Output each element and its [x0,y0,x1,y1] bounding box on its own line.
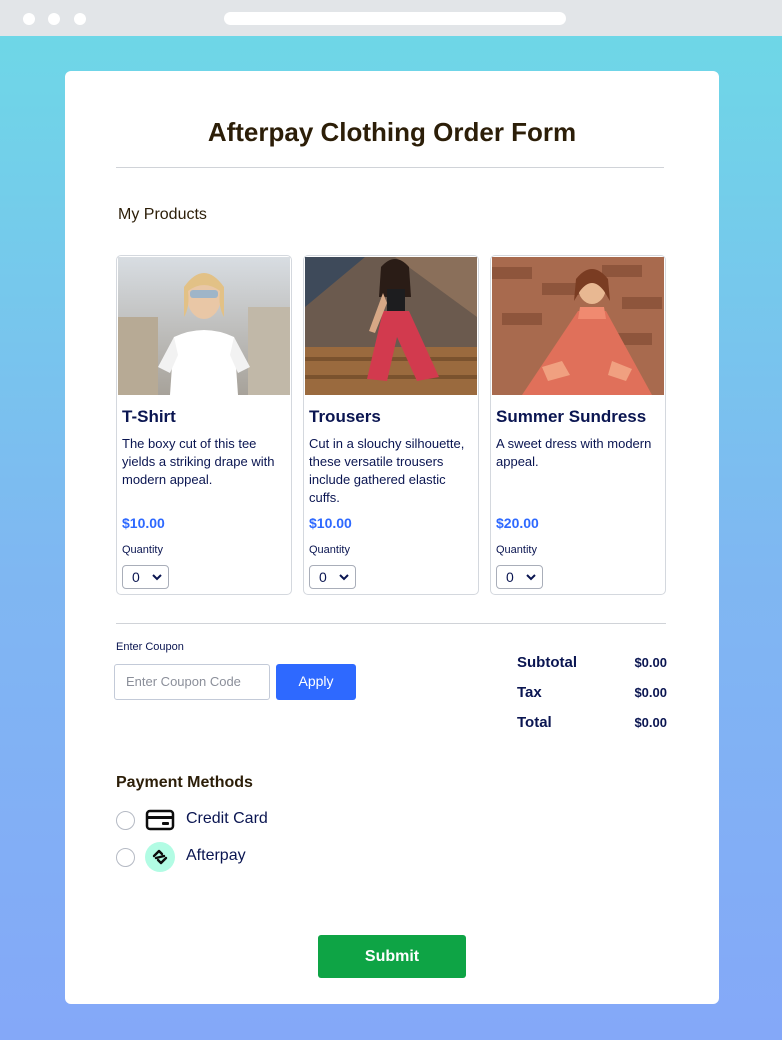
tax-row: Tax $0.00 [517,684,667,704]
product-card[interactable]: Summer Sundress A sweet dress with moder… [490,255,666,595]
total-value: $0.00 [634,715,667,730]
quantity-label: Quantity [122,544,163,556]
quantity-select[interactable]: 0 [309,565,356,589]
credit-card-icon [145,805,175,835]
window-dot [74,13,86,25]
browser-chrome [0,0,782,36]
afterpay-radio[interactable] [116,848,135,867]
credit-card-label: Credit Card [186,810,268,827]
payment-option-afterpay[interactable]: Afterpay [116,842,416,872]
window-dot [48,13,60,25]
product-description: Cut in a slouchy silhouette, these versa… [309,436,465,505]
quantity-value: 0 [132,569,140,585]
coupon-input[interactable]: Enter Coupon Code [114,664,270,700]
product-price: $10.00 [309,515,352,531]
product-price: $20.00 [496,515,539,531]
submit-button[interactable]: Submit [318,935,466,978]
quantity-value: 0 [506,569,514,585]
quantity-label: Quantity [309,544,350,556]
product-name: T-Shirt [122,407,176,426]
payment-option-credit-card[interactable]: Credit Card [116,805,416,835]
product-list: T-Shirt The boxy cut of this tee yields … [116,255,667,595]
total-label: Total [517,714,552,731]
quantity-select[interactable]: 0 [122,565,169,589]
quantity-value: 0 [319,569,327,585]
products-heading: My Products [118,206,207,223]
product-name: Trousers [309,407,381,426]
product-card[interactable]: Trousers Cut in a slouchy silhouette, th… [303,255,479,595]
total-row: Total $0.00 [517,714,667,734]
window-dot [23,13,35,25]
product-description: A sweet dress with modern appeal. [496,436,652,469]
subtotal-value: $0.00 [634,655,667,670]
chevron-down-icon [339,574,349,581]
payment-methods-heading: Payment Methods [116,774,253,791]
product-name: Summer Sundress [496,407,647,426]
tax-label: Tax [517,684,542,701]
chevron-down-icon [526,574,536,581]
product-description: The boxy cut of this tee yields a striki… [122,436,275,487]
tax-value: $0.00 [634,685,667,700]
credit-card-radio[interactable] [116,811,135,830]
chevron-down-icon [152,574,162,581]
quantity-label: Quantity [496,544,537,556]
product-image-sundress [492,257,664,395]
form-title: Afterpay Clothing Order Form [207,117,577,147]
quantity-select[interactable]: 0 [496,565,543,589]
afterpay-label: Afterpay [186,847,246,864]
title-divider [116,167,664,168]
section-divider [116,623,666,624]
product-card[interactable]: T-Shirt The boxy cut of this tee yields … [116,255,292,595]
coupon-label: Enter Coupon [116,641,184,653]
address-bar[interactable] [224,12,566,25]
afterpay-icon [145,842,175,872]
form-card: Afterpay Clothing Order Form My Products [65,71,719,1004]
product-image-tshirt [118,257,290,395]
product-price: $10.00 [122,515,165,531]
subtotal-row: Subtotal $0.00 [517,654,667,674]
apply-coupon-button[interactable]: Apply [276,664,356,700]
product-image-trousers [305,257,477,395]
subtotal-label: Subtotal [517,654,577,671]
